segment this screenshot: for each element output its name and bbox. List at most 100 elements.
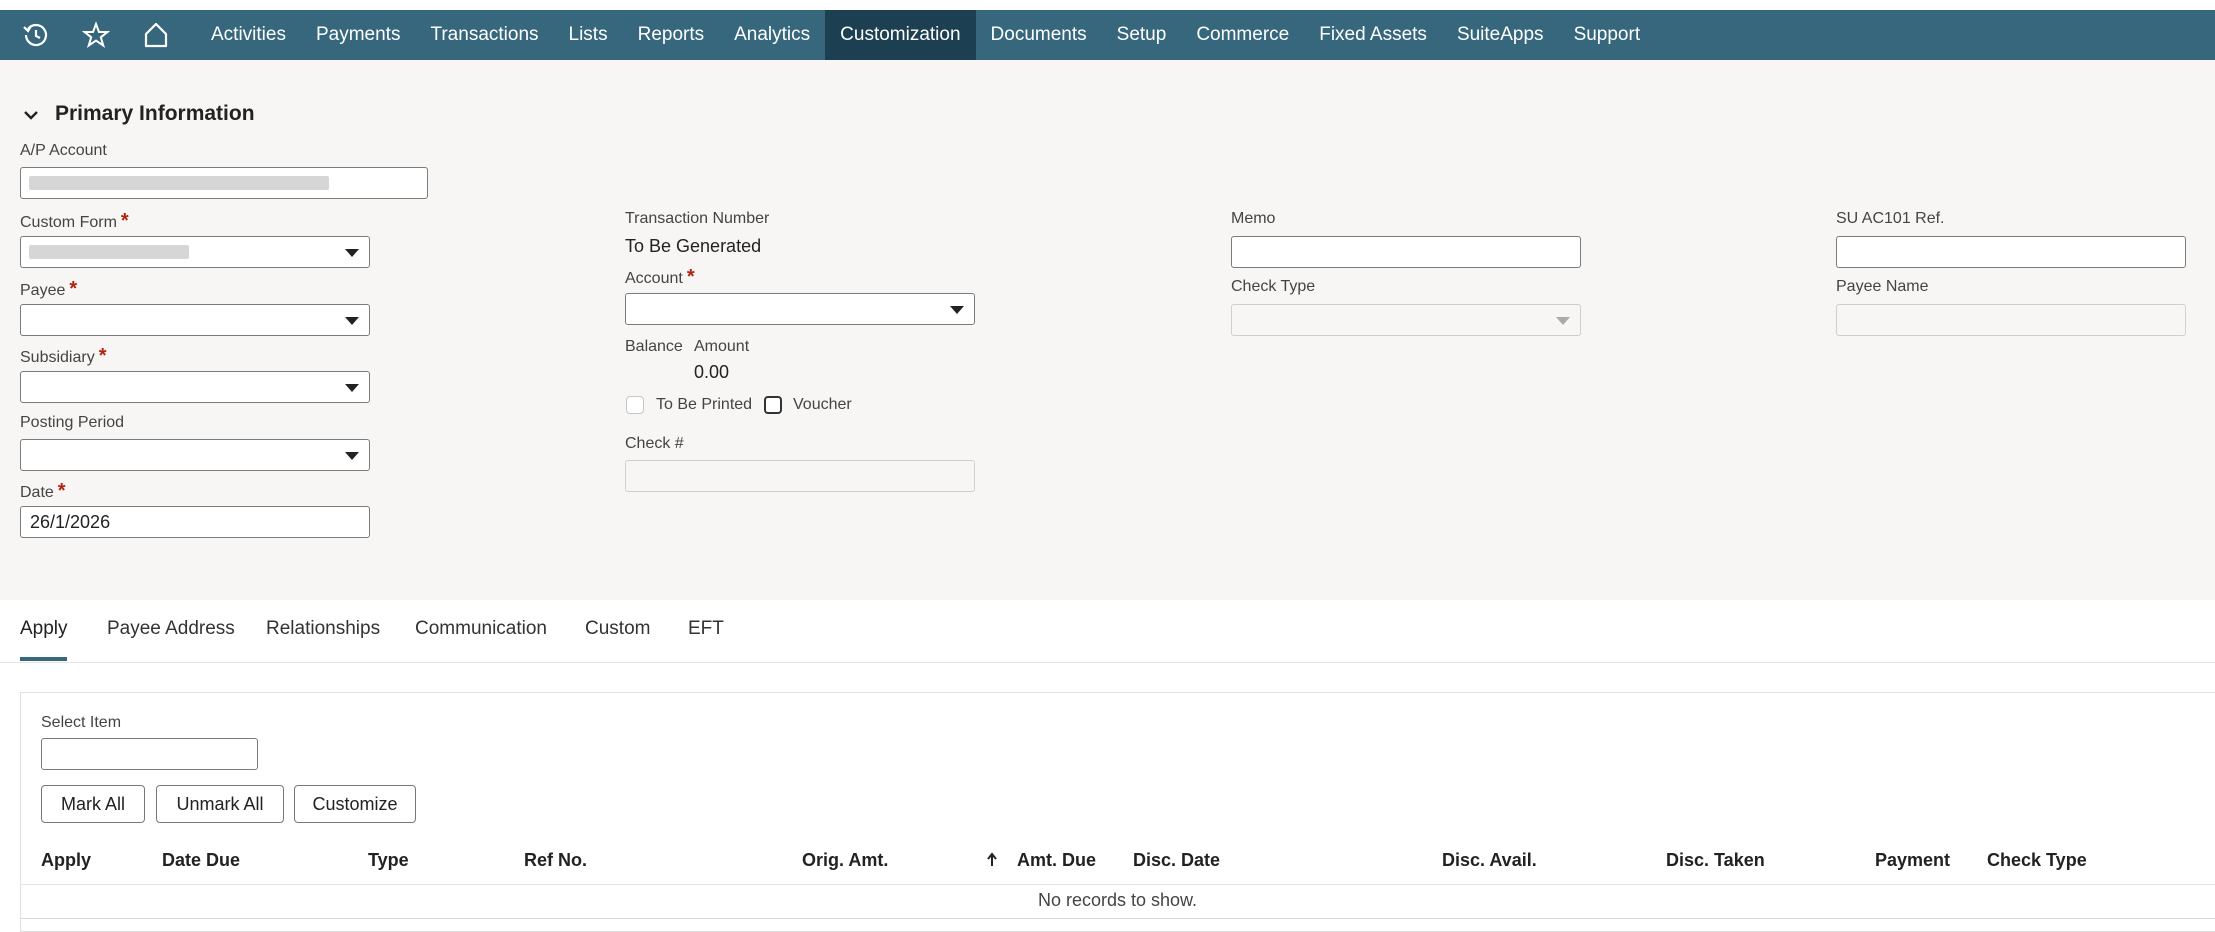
account-select[interactable]: [625, 293, 975, 325]
column-header-type[interactable]: Type: [368, 850, 409, 871]
check-number-input[interactable]: [625, 460, 975, 492]
voucher-label: Voucher: [793, 396, 852, 413]
nav-suiteapps[interactable]: SuiteApps: [1442, 10, 1559, 60]
select-item-input[interactable]: [41, 738, 258, 770]
tab-apply[interactable]: Apply: [20, 618, 68, 640]
tab-relationships[interactable]: Relationships: [266, 618, 380, 640]
su-ref-input[interactable]: [1836, 236, 2186, 268]
memo-input[interactable]: [1231, 236, 1581, 268]
date-input[interactable]: 26/1/2026: [20, 506, 370, 538]
subsidiary-label-text: Subsidiary: [20, 349, 95, 366]
nav-setup[interactable]: Setup: [1102, 10, 1182, 60]
to-be-printed-label: To Be Printed: [656, 396, 753, 413]
column-header-ref-no[interactable]: Ref No.: [524, 850, 587, 871]
required-marker: *: [69, 278, 78, 300]
tab-custom[interactable]: Custom: [585, 618, 650, 640]
column-header-disc-date[interactable]: Disc. Date: [1133, 850, 1220, 871]
dropdown-caret-icon: [345, 452, 359, 460]
nav-transactions[interactable]: Transactions: [415, 10, 553, 60]
main-navigation: Activities Payments Transactions Lists R…: [0, 10, 2215, 60]
dropdown-caret-icon: [345, 384, 359, 392]
arrow-up-icon[interactable]: [985, 852, 999, 868]
nav-reports[interactable]: Reports: [623, 10, 720, 60]
check-type-select[interactable]: [1231, 304, 1581, 336]
mark-all-button[interactable]: Mark All: [41, 785, 145, 823]
custom-form-select[interactable]: [20, 236, 370, 268]
payee-name-label: Payee Name: [1836, 278, 1929, 295]
account-label: Account *: [625, 266, 695, 289]
chevron-down-icon[interactable]: [22, 106, 40, 124]
column-header-apply[interactable]: Apply: [41, 850, 91, 871]
table-header-divider: [20, 884, 2215, 885]
voucher-checkbox[interactable]: [764, 396, 782, 414]
primary-information-section: Primary Information A/P Account Custom F…: [0, 60, 2215, 600]
nav-documents[interactable]: Documents: [976, 10, 1102, 60]
amount-value: 0.00: [694, 362, 730, 382]
redacted-value: [29, 245, 189, 259]
table-bottom-border: [20, 918, 2215, 919]
date-label-text: Date: [20, 484, 54, 501]
tab-eft[interactable]: EFT: [688, 618, 724, 640]
payee-label-text: Payee: [20, 282, 66, 299]
balance-label: Balance: [625, 338, 683, 355]
nav-payments[interactable]: Payments: [301, 10, 415, 60]
column-header-date-due[interactable]: Date Due: [162, 850, 240, 871]
nav-analytics[interactable]: Analytics: [719, 10, 825, 60]
redacted-value: [29, 176, 329, 190]
nav-lists[interactable]: Lists: [554, 10, 623, 60]
column-header-amt-due[interactable]: Amt. Due: [1017, 850, 1096, 871]
unmark-all-button[interactable]: Unmark All: [156, 785, 284, 823]
history-icon[interactable]: [6, 10, 66, 60]
nav-activities[interactable]: Activities: [196, 10, 301, 60]
custom-form-label: Custom Form *: [20, 210, 129, 233]
memo-label: Memo: [1231, 210, 1276, 227]
subsidiary-label: Subsidiary *: [20, 345, 107, 368]
date-value: 26/1/2026: [30, 512, 111, 532]
payee-name-input[interactable]: [1836, 304, 2186, 336]
column-header-disc-taken[interactable]: Disc. Taken: [1666, 850, 1765, 871]
nav-support[interactable]: Support: [1559, 10, 1656, 60]
payee-select[interactable]: [20, 304, 370, 336]
nav-fixed-assets[interactable]: Fixed Assets: [1304, 10, 1442, 60]
payee-label: Payee *: [20, 278, 77, 301]
empty-table-message: No records to show.: [1037, 890, 1198, 910]
dropdown-caret-icon: [345, 317, 359, 325]
date-label: Date *: [20, 480, 66, 503]
required-marker: *: [686, 266, 695, 288]
ap-account-label: A/P Account: [20, 142, 107, 159]
required-marker: *: [120, 210, 129, 232]
to-be-printed-checkbox[interactable]: [626, 396, 644, 414]
home-icon[interactable]: [126, 10, 186, 60]
ap-account-field[interactable]: [20, 167, 428, 199]
posting-period-label: Posting Period: [20, 414, 125, 431]
customize-button[interactable]: Customize: [294, 785, 416, 823]
subsidiary-select[interactable]: [20, 371, 370, 403]
subtabs: Apply Payee Address Relationships Commun…: [0, 600, 2215, 663]
check-number-label: Check #: [625, 435, 684, 452]
required-marker: *: [57, 480, 66, 502]
amount-label: Amount: [694, 338, 750, 355]
section-title: Primary Information: [55, 102, 255, 125]
select-item-label: Select Item: [41, 714, 122, 731]
column-header-orig-amt[interactable]: Orig. Amt.: [802, 850, 888, 871]
su-ref-label: SU AC101 Ref.: [1836, 210, 1945, 227]
posting-period-select[interactable]: [20, 439, 370, 471]
dropdown-caret-icon: [950, 306, 964, 314]
column-header-disc-avail[interactable]: Disc. Avail.: [1442, 850, 1537, 871]
required-marker: *: [98, 345, 107, 367]
nav-customization[interactable]: Customization: [825, 10, 976, 60]
column-header-payment[interactable]: Payment: [1875, 850, 1950, 871]
dropdown-caret-icon: [1556, 317, 1570, 325]
transaction-number-value: To Be Generated: [625, 236, 762, 256]
top-strip: [0, 0, 2215, 10]
account-label-text: Account: [625, 270, 683, 287]
transaction-number-label: Transaction Number: [625, 210, 770, 227]
custom-form-label-text: Custom Form: [20, 214, 117, 231]
column-header-check-type[interactable]: Check Type: [1987, 850, 2087, 871]
tab-communication[interactable]: Communication: [415, 618, 547, 640]
tab-payee-address[interactable]: Payee Address: [107, 618, 235, 640]
nav-commerce[interactable]: Commerce: [1181, 10, 1304, 60]
star-icon[interactable]: [66, 10, 126, 60]
dropdown-caret-icon: [345, 249, 359, 257]
active-tab-indicator: [20, 657, 67, 661]
